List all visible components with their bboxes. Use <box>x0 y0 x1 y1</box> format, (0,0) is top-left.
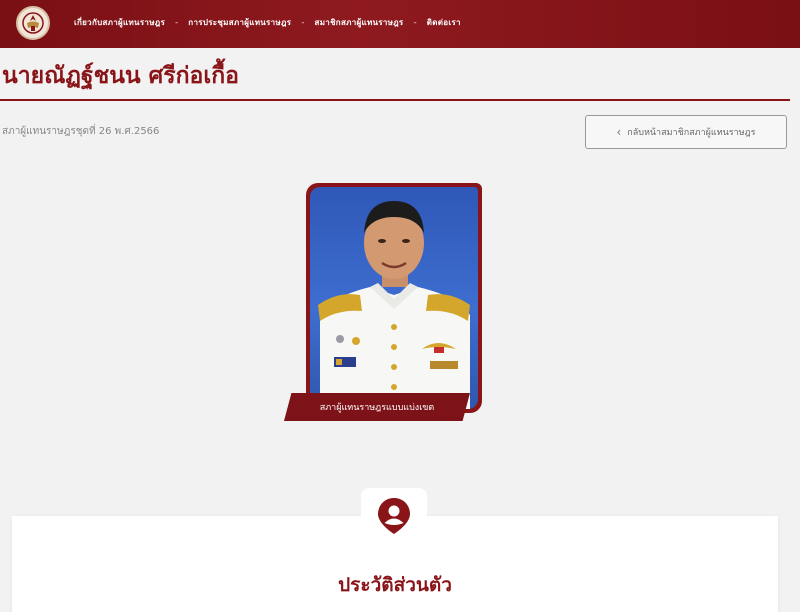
map-pin-person-icon <box>378 498 410 534</box>
emblem-icon <box>22 12 44 34</box>
back-to-members-button[interactable]: ‹ กลับหน้าสมาชิกสภาผู้แทนราษฎร <box>585 115 787 149</box>
chevron-left-icon: ‹ <box>616 125 622 139</box>
section-badge <box>361 488 427 544</box>
nav-item-about[interactable]: เกี่ยวกับสภาผู้แทนราษฎร <box>74 16 165 29</box>
top-navbar: เกี่ยวกับสภาผู้แทนราษฎร - การประชุมสภาผู… <box>0 0 800 48</box>
nav-separator: - <box>413 17 417 28</box>
page-title: นายณัฏฐ์ชนน ศรีก่อเกื้อ <box>2 63 239 89</box>
nav-separator: - <box>301 17 305 28</box>
back-button-label: กลับหน้าสมาชิกสภาผู้แทนราษฎร <box>627 128 756 138</box>
member-type-banner: สภาผู้แทนราษฎรแบบแบ่งเขต <box>284 393 470 421</box>
nav-item-contact[interactable]: ติดต่อเรา <box>427 16 461 29</box>
portrait-illustration <box>318 201 470 409</box>
profile-photo-frame <box>306 183 482 413</box>
nav-item-members[interactable]: สมาชิกสภาผู้แทนราษฎร <box>315 16 404 29</box>
section-title: ประวัติส่วนตัว <box>338 574 452 596</box>
nav-item-meetings[interactable]: การประชุมสภาผู้แทนราษฎร <box>188 16 291 29</box>
parliament-logo[interactable] <box>16 6 50 40</box>
nav-separator: - <box>175 17 179 28</box>
profile-photo <box>310 187 478 409</box>
page-subtitle: สภาผู้แทนราษฎรชุดที่ 26 พ.ศ.2566 <box>2 126 160 137</box>
title-divider <box>0 99 790 101</box>
nav-links: เกี่ยวกับสภาผู้แทนราษฎร - การประชุมสภาผู… <box>74 16 461 29</box>
